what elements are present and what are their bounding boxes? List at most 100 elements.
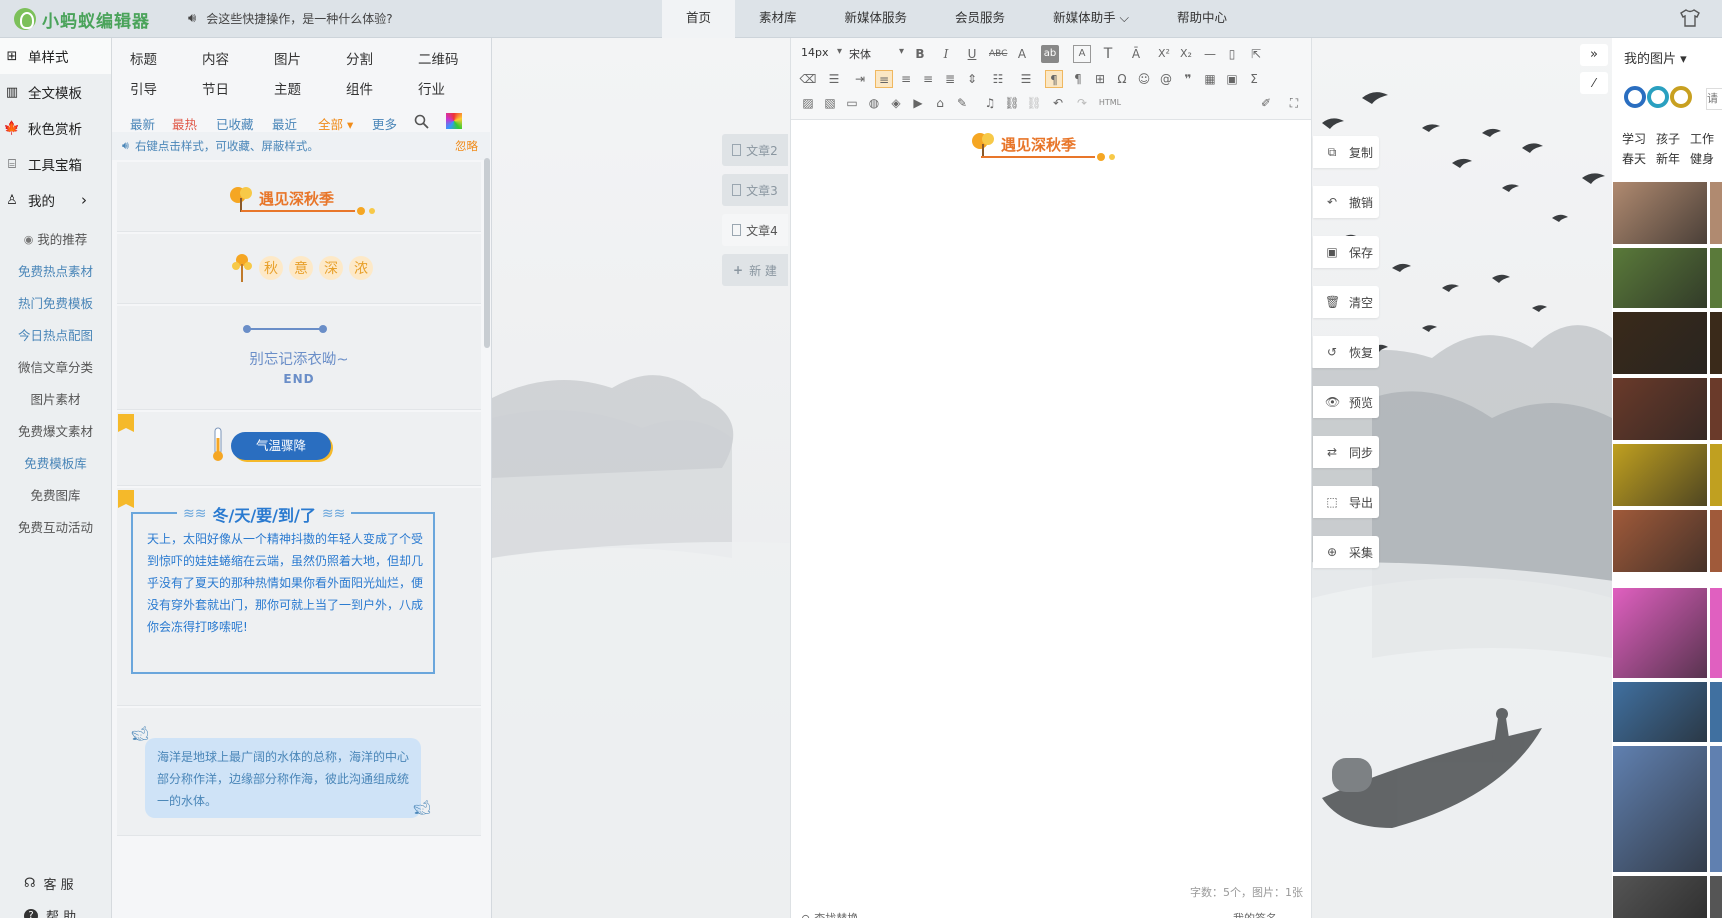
- sidebar-sub-image-lib[interactable]: 免费图库: [0, 480, 111, 512]
- bold-icon[interactable]: B: [911, 45, 929, 63]
- sigma-icon[interactable]: Σ: [1245, 70, 1263, 88]
- collapse-panel-icon[interactable]: »: [1580, 44, 1608, 66]
- tag-new-year[interactable]: 新年: [1656, 150, 1680, 167]
- color-picker-icon[interactable]: [446, 113, 462, 129]
- nav-new-media[interactable]: 新媒体服务: [821, 0, 932, 38]
- style-card-autumn-chars[interactable]: 秋 意 深 浓: [117, 234, 481, 304]
- map-icon[interactable]: ◈: [887, 94, 905, 112]
- indent-icon[interactable]: ☰: [825, 70, 843, 88]
- editor-content[interactable]: 遇见深秋季: [791, 120, 1311, 890]
- font-color-icon[interactable]: A: [1013, 45, 1031, 63]
- text-border-icon[interactable]: A: [1073, 45, 1091, 63]
- ltr-icon[interactable]: ¶: [1045, 70, 1063, 88]
- filter-favorited[interactable]: 已收藏: [216, 114, 254, 133]
- duck-thumb-partial[interactable]: [1710, 682, 1722, 742]
- donkey-thumb-partial[interactable]: [1710, 182, 1722, 244]
- bread-thumb[interactable]: [1613, 510, 1707, 572]
- sunset-tree-thumb[interactable]: [1613, 378, 1707, 440]
- tag-work[interactable]: 工作: [1690, 130, 1714, 147]
- line-height-icon[interactable]: ⇕: [963, 70, 981, 88]
- multi-image-icon[interactable]: ▧: [821, 94, 839, 112]
- list-icon[interactable]: ☰: [1017, 70, 1035, 88]
- category-guide[interactable]: 引导: [130, 78, 157, 98]
- article-tab-3[interactable]: 文章3: [722, 174, 788, 206]
- image-icon[interactable]: ▨: [799, 94, 817, 112]
- tshirt-icon[interactable]: [1680, 9, 1700, 27]
- machine-thumb[interactable]: [1613, 876, 1707, 918]
- red-tower-thumb[interactable]: [1613, 746, 1707, 872]
- sidebar-item-single-style[interactable]: ⊞ 单样式: [0, 38, 111, 74]
- filter-all[interactable]: 全部 ▾: [318, 114, 353, 133]
- at-icon[interactable]: @: [1157, 70, 1175, 88]
- tag-spring[interactable]: 春天: [1622, 150, 1646, 167]
- red-flower-thumb[interactable]: [1613, 248, 1707, 308]
- filter-more[interactable]: 更多: [372, 114, 397, 133]
- sidebar-sub-interactive[interactable]: 免费互动活动: [0, 512, 111, 544]
- nav-help[interactable]: 帮助中心: [1153, 0, 1251, 38]
- tag-study[interactable]: 学习: [1622, 130, 1646, 147]
- nav-home[interactable]: 首页: [662, 0, 736, 38]
- filter-hottest[interactable]: 最热: [172, 114, 197, 133]
- red-flower-thumb-partial[interactable]: [1710, 248, 1722, 308]
- tag-children[interactable]: 孩子: [1656, 130, 1680, 147]
- superscript-icon[interactable]: X²: [1155, 45, 1173, 63]
- article-tab-2[interactable]: 文章2: [722, 134, 788, 166]
- help-button[interactable]: ? 帮 助: [24, 906, 76, 918]
- style-card-winter[interactable]: ≋≋ 冬/天/要/到/了 ≋≋ 天上，太阳好像从一个精神抖擞的年轻人变成了个受到…: [117, 488, 481, 706]
- image-search-input[interactable]: [1706, 88, 1722, 110]
- category-theme[interactable]: 主题: [274, 78, 301, 98]
- quote-icon[interactable]: ❞: [1179, 70, 1197, 88]
- magic-wand-icon[interactable]: ✎: [953, 94, 971, 112]
- style-card-autumn-title[interactable]: 遇见深秋季: [117, 162, 481, 232]
- stamp-icon[interactable]: ⌂: [931, 94, 949, 112]
- category-title[interactable]: 标题: [130, 48, 157, 68]
- sunset-tree-thumb-partial[interactable]: [1710, 378, 1722, 440]
- page-icon[interactable]: ▯: [1223, 45, 1241, 63]
- nav-assistant[interactable]: 新媒体助手 ⌵: [1029, 0, 1153, 38]
- subscript-icon[interactable]: X₂: [1177, 45, 1195, 63]
- font-size-select[interactable]: 14px: [801, 46, 829, 59]
- filter-recent[interactable]: 最近: [272, 114, 297, 133]
- format-brush-icon[interactable]: ⊞: [1091, 70, 1109, 88]
- music-icon[interactable]: ♫: [981, 94, 999, 112]
- style-card-ocean[interactable]: 🐋︎ 🐋︎ 海洋是地球上最广阔的水体的总称，海洋的中心部分称作洋，边缘部分称作海…: [117, 708, 481, 836]
- category-divider[interactable]: 分割: [346, 48, 373, 68]
- palette-icon[interactable]: ◍: [865, 94, 883, 112]
- font-family-select[interactable]: 宋体: [849, 46, 871, 62]
- undo-button[interactable]: ↶ 撤销: [1313, 186, 1379, 218]
- restore-button[interactable]: ↺ 恢复: [1313, 336, 1379, 368]
- orange-flowers-thumb[interactable]: [1613, 312, 1707, 374]
- highlight-icon[interactable]: ab: [1041, 45, 1059, 63]
- video-icon[interactable]: ▶: [909, 94, 927, 112]
- copy-button[interactable]: ⧉ 复制: [1313, 136, 1379, 168]
- sidebar-sub-image-material[interactable]: 图片素材: [0, 384, 111, 416]
- sidebar-sub-article-category[interactable]: 微信文章分类: [0, 352, 111, 384]
- font-size-up-icon[interactable]: Ā: [1127, 45, 1145, 63]
- underline-icon[interactable]: U: [963, 45, 981, 63]
- donkey-thumb[interactable]: [1613, 182, 1707, 244]
- tip-ignore-button[interactable]: 忽略: [455, 138, 478, 154]
- sidebar-sub-hot-materials[interactable]: 免费热点素材: [0, 256, 111, 288]
- unlink-icon[interactable]: ⛓: [1025, 94, 1043, 112]
- category-image[interactable]: 图片: [274, 48, 301, 68]
- category-qrcode[interactable]: 二维码: [418, 48, 459, 68]
- nav-membership[interactable]: 会员服务: [931, 0, 1029, 38]
- text-style-icon[interactable]: T: [1099, 45, 1117, 63]
- category-festival[interactable]: 节日: [202, 78, 229, 98]
- find-replace-button[interactable]: ⊙ 查找替换: [801, 910, 858, 918]
- customer-service-button[interactable]: ☊ 客 服: [24, 874, 74, 893]
- orange-flowers-thumb-partial[interactable]: [1710, 312, 1722, 374]
- tag-fitness[interactable]: 健身: [1690, 150, 1714, 167]
- daffodil-thumb[interactable]: [1613, 444, 1707, 506]
- emoji-icon[interactable]: ☺: [1135, 70, 1153, 88]
- category-content[interactable]: 内容: [202, 48, 229, 68]
- red-tower-thumb-partial[interactable]: [1710, 746, 1722, 872]
- nav-materials[interactable]: 素材库: [735, 0, 821, 38]
- table-icon[interactable]: ▦: [1201, 70, 1219, 88]
- daffodil-thumb-partial[interactable]: [1710, 444, 1722, 506]
- italic-icon[interactable]: I: [937, 45, 955, 63]
- link-icon[interactable]: ⛓: [1003, 94, 1021, 112]
- machine-thumb-partial[interactable]: [1710, 876, 1722, 918]
- notice-bar[interactable]: 🔊︎ 会这些快捷操作，是一种什么体验?: [188, 10, 393, 27]
- screen-icon[interactable]: ▭: [843, 94, 861, 112]
